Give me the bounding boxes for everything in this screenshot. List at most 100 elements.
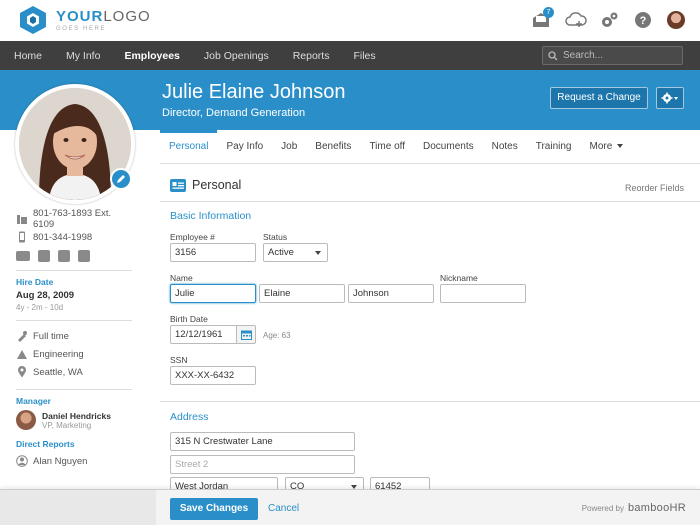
first-name-field[interactable]: Julie	[170, 284, 256, 303]
company-logo[interactable]: YOURLOGO GOES HERE	[18, 5, 151, 35]
help-icon[interactable]: ?	[633, 10, 653, 30]
birth-date-label: Birth Date	[170, 314, 208, 324]
user-avatar[interactable]	[667, 11, 685, 29]
employee-title: Director, Demand Generation	[162, 107, 306, 119]
tab-benefits[interactable]: Benefits	[306, 130, 360, 164]
office-phone-icon	[16, 213, 28, 225]
work-phone[interactable]: 801-763-1893 Ext. 6109	[33, 208, 132, 230]
powered-by: Powered by bambooHR	[582, 502, 686, 514]
mobile-phone-row: 801-344-1998	[16, 228, 132, 246]
nickname-label: Nickname	[440, 273, 478, 283]
profile-tabs: Personal Pay Info Job Benefits Time off …	[160, 130, 700, 164]
tab-job[interactable]: Job	[272, 130, 306, 164]
gear-icon	[661, 92, 678, 104]
employee-name: Julie Elaine Johnson	[162, 81, 346, 103]
save-changes-button[interactable]: Save Changes	[170, 498, 258, 520]
last-name-field[interactable]: Johnson	[348, 284, 434, 303]
main-nav: Home My Info Employees Job Openings Repo…	[0, 41, 700, 70]
location: Seattle, WA	[33, 366, 83, 378]
employee-number-label: Employee #	[170, 232, 215, 242]
action-footer: Save Changes Cancel Powered by bambooHR	[0, 489, 700, 525]
direct-report-name: Alan Nguyen	[33, 455, 88, 467]
nickname-field[interactable]	[440, 284, 526, 303]
calendar-icon	[240, 330, 252, 340]
hire-date-label: Hire Date	[16, 277, 54, 287]
pencil-icon	[117, 175, 125, 183]
logo-tagline: GOES HERE	[56, 25, 107, 32]
id-card-icon	[170, 178, 186, 192]
nav-files[interactable]: Files	[353, 50, 375, 62]
search-placeholder: Search...	[563, 50, 604, 61]
manager-title: VP, Marketing	[42, 420, 92, 430]
logo-wordmark: YOURLOGO	[56, 7, 151, 25]
request-change-button[interactable]: Request a Change	[550, 87, 648, 109]
direct-report-row[interactable]: Alan Nguyen	[16, 452, 132, 470]
inbox-icon[interactable]: 7	[531, 7, 554, 30]
cloud-upload-icon[interactable]	[565, 10, 587, 30]
tab-pay-info[interactable]: Pay Info	[217, 130, 272, 164]
manager-name: Daniel Hendricks	[42, 410, 111, 421]
hire-date: Aug 28, 2009	[16, 290, 75, 301]
social-links	[16, 250, 132, 262]
tab-time-off[interactable]: Time off	[360, 130, 414, 164]
mobile-phone-icon	[16, 231, 28, 243]
nav-job-openings[interactable]: Job Openings	[204, 50, 269, 62]
edit-photo-button[interactable]	[110, 168, 132, 190]
tab-personal[interactable]: Personal	[160, 130, 218, 164]
search-input[interactable]: Search...	[542, 46, 683, 65]
department-icon	[16, 348, 28, 360]
cancel-link[interactable]: Cancel	[268, 503, 299, 514]
status-select[interactable]: Active	[263, 243, 328, 262]
work-phone-row: 801-763-1893 Ext. 6109	[16, 208, 132, 230]
tab-more[interactable]: More	[580, 130, 632, 164]
logo-hexagon-icon	[18, 5, 48, 35]
date-picker-button[interactable]	[237, 325, 256, 344]
tab-training[interactable]: Training	[527, 130, 581, 164]
mobile-phone[interactable]: 801-344-1998	[33, 232, 92, 243]
reorder-fields-link[interactable]: Reorder Fields	[625, 183, 684, 193]
direct-reports-label: Direct Reports	[16, 439, 75, 449]
section-title: Personal	[170, 178, 241, 192]
middle-name-field[interactable]: Elaine	[259, 284, 345, 303]
name-label: Name	[170, 273, 193, 283]
nav-reports[interactable]: Reports	[293, 50, 330, 62]
inbox-count-badge: 7	[543, 7, 554, 18]
email-icon[interactable]	[16, 251, 30, 261]
ssn-field[interactable]: XXX-XX-6432	[170, 366, 256, 385]
nav-home[interactable]: Home	[14, 50, 42, 62]
manager-label: Manager	[16, 396, 51, 406]
powered-by-text: Powered by	[581, 503, 624, 513]
facebook-icon[interactable]	[78, 250, 90, 262]
settings-menu-button[interactable]	[656, 87, 684, 109]
settings-gears-icon[interactable]	[599, 10, 619, 30]
address-divider	[160, 401, 700, 402]
street-2-field[interactable]: Street 2	[170, 455, 355, 474]
street-1-field[interactable]: 315 N Crestwater Lane	[170, 432, 355, 451]
nav-employees[interactable]: Employees	[124, 50, 179, 62]
bamboohr-logo[interactable]: bambooHR	[628, 502, 686, 514]
birth-date-field[interactable]: 12/12/1961	[170, 325, 237, 344]
manager-avatar	[16, 410, 36, 430]
department: Engineering	[33, 348, 84, 360]
linkedin-icon[interactable]	[38, 250, 50, 262]
tab-notes[interactable]: Notes	[483, 130, 527, 164]
section-divider	[160, 201, 700, 202]
status-label: Status	[263, 232, 288, 242]
employment-type: Full time	[33, 330, 69, 342]
department-row: Engineering	[16, 345, 132, 363]
employment-type-icon	[16, 330, 28, 342]
employee-sidebar: 801-763-1893 Ext. 6109 801-344-1998 Hire…	[16, 208, 132, 470]
nav-my-info[interactable]: My Info	[66, 50, 100, 62]
basic-information-heading: Basic Information	[170, 210, 252, 222]
search-icon	[548, 50, 558, 60]
tab-documents[interactable]: Documents	[414, 130, 483, 164]
section-title-text: Personal	[192, 178, 242, 192]
employment-type-row: Full time	[16, 327, 132, 345]
address-heading: Address	[170, 411, 209, 423]
twitter-icon[interactable]	[58, 250, 70, 262]
manager-card[interactable]: Daniel Hendricks VP, Marketing	[16, 410, 132, 430]
ssn-label: SSN	[170, 355, 188, 365]
location-row: Seattle, WA	[16, 363, 132, 381]
age-text: Age: 63	[263, 331, 291, 340]
employee-number-field[interactable]: 3156	[170, 243, 256, 262]
